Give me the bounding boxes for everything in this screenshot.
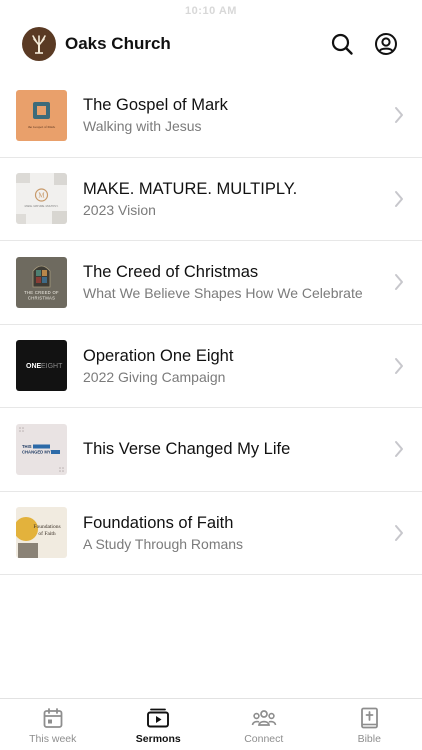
oak-tree-logo-icon <box>32 35 46 54</box>
series-subtitle: What We Believe Shapes How We Celebrate <box>83 285 363 302</box>
sermon-series-list: the Gospel of Mark The Gospel of Mark Wa… <box>0 74 422 575</box>
series-thumbnail: the Gospel of Mark <box>16 89 67 141</box>
tab-this-week[interactable]: This week <box>0 699 106 750</box>
series-subtitle: A Study Through Romans <box>83 535 244 552</box>
series-subtitle: 2022 Giving Campaign <box>83 368 226 385</box>
svg-text:Foundations: Foundations <box>33 524 60 530</box>
chevron-right-icon <box>392 524 406 542</box>
status-time: 10:10 AM <box>185 5 237 17</box>
series-thumbnail: THIS CHANGED MY <box>16 423 67 475</box>
chevron-right-icon <box>392 440 406 458</box>
account-circle-icon <box>375 33 397 55</box>
chevron-right-icon <box>392 273 406 291</box>
svg-text:M: M <box>38 192 45 200</box>
svg-text:CHANGED MY: CHANGED MY <box>22 449 51 454</box>
series-title: Operation One Eight <box>83 346 234 365</box>
chevron-right-icon <box>392 106 406 124</box>
search-icon <box>331 33 353 55</box>
calendar-icon <box>43 708 63 728</box>
app-header: Oaks Church <box>0 22 422 66</box>
church-name: Oaks Church <box>65 34 171 53</box>
tab-label: Sermons <box>135 733 181 745</box>
svg-text:THE CREED OF: THE CREED OF <box>24 290 59 295</box>
series-thumbnail: ONE EIGHT <box>16 340 67 392</box>
series-title: The Gospel of Mark <box>83 96 228 115</box>
tab-bible[interactable]: Bible <box>317 699 422 750</box>
account-button[interactable] <box>372 30 400 58</box>
svg-text:ONE: ONE <box>26 363 42 370</box>
series-title: Foundations of Faith <box>83 513 234 532</box>
thumb-caption: MAKE. MATURE. MULTIPLY. <box>25 204 59 208</box>
sermon-series-row[interactable]: ONE EIGHT Operation One Eight 2022 Givin… <box>0 325 422 408</box>
series-title: The Creed of Christmas <box>83 263 259 282</box>
svg-text:of Faith: of Faith <box>38 530 56 537</box>
svg-text:EIGHT: EIGHT <box>41 363 63 370</box>
svg-text:THIS: THIS <box>22 444 32 449</box>
series-subtitle: Walking with Jesus <box>83 118 202 135</box>
sermon-series-row[interactable]: the Gospel of Mark The Gospel of Mark Wa… <box>0 74 422 158</box>
chevron-right-icon <box>392 357 406 375</box>
svg-text:CHRISTMAS: CHRISTMAS <box>28 295 55 300</box>
tab-label: Bible <box>357 733 381 745</box>
bible-icon <box>361 707 379 729</box>
chevron-right-icon <box>392 190 406 208</box>
tab-label: This week <box>29 733 77 745</box>
search-button[interactable] <box>328 30 356 58</box>
series-thumbnail: Foundations of Faith <box>16 507 67 559</box>
sermon-series-row[interactable]: M MAKE. MATURE. MULTIPLY. MAKE. MATURE. … <box>0 158 422 241</box>
series-thumbnail: M MAKE. MATURE. MULTIPLY. <box>16 173 67 225</box>
sermon-series-row[interactable]: THIS CHANGED MY This Verse Changed My Li… <box>0 408 422 492</box>
tab-sermons[interactable]: Sermons <box>106 699 212 750</box>
thumb-caption: the Gospel of Mark <box>28 125 56 129</box>
tab-connect[interactable]: Connect <box>211 699 317 750</box>
bottom-tab-bar: This week Sermons Connect Bible <box>0 698 422 750</box>
people-group-icon <box>251 710 277 726</box>
series-thumbnail: THE CREED OF CHRISTMAS <box>16 256 67 308</box>
status-bar: 10:10 AM <box>0 0 422 22</box>
tab-label: Connect <box>244 733 284 745</box>
church-logo <box>22 27 56 61</box>
sermons-play-icon <box>147 708 170 728</box>
series-title: MAKE. MATURE. MULTIPLY. <box>83 179 298 198</box>
series-title: This Verse Changed My Life <box>83 439 291 458</box>
sermon-series-row[interactable]: Foundations of Faith Foundations of Fait… <box>0 492 422 575</box>
series-subtitle: 2023 Vision <box>83 201 156 218</box>
sermon-series-row[interactable]: THE CREED OF CHRISTMAS The Creed of Chri… <box>0 241 422 325</box>
